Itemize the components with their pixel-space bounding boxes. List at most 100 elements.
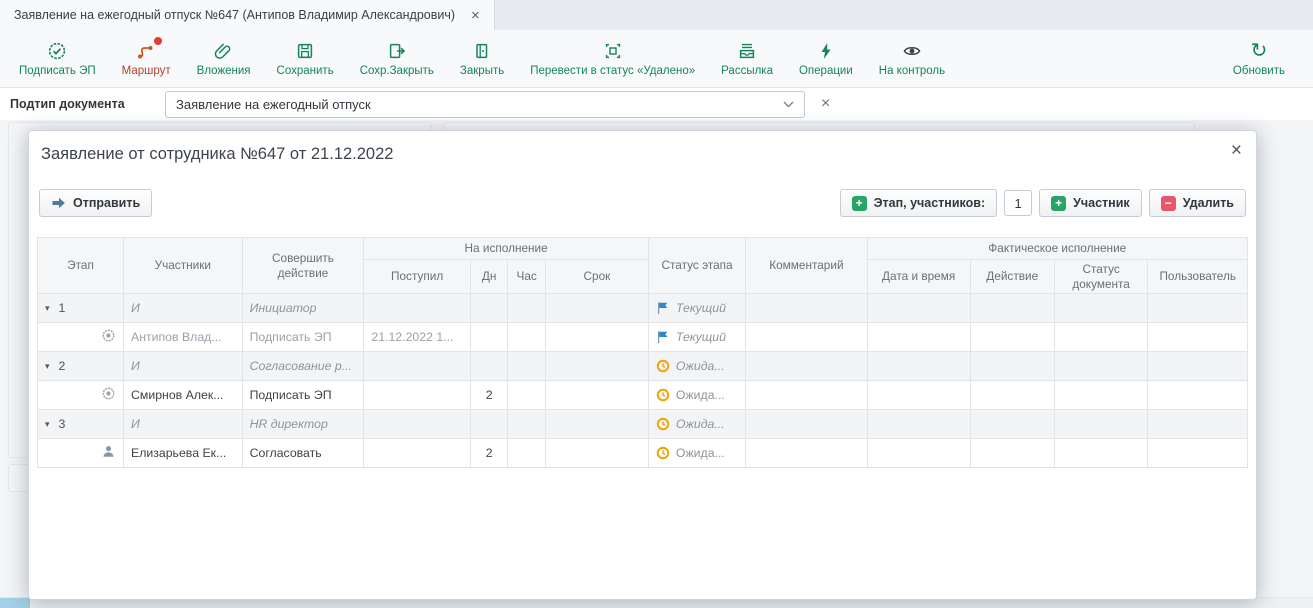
status-text: Ожида...	[676, 359, 725, 373]
toolbar-button-route[interactable]: Маршрут	[109, 30, 184, 87]
status-text: Ожида...	[676, 446, 725, 460]
cell-comment	[746, 352, 867, 381]
toolbar-button-mailing[interactable]: Рассылка	[708, 30, 786, 87]
clock-icon	[656, 446, 670, 460]
status-text: Ожида...	[676, 388, 725, 402]
cell-action: HR директор	[242, 410, 364, 439]
add-participant-button[interactable]: + Участник	[1039, 189, 1142, 217]
cell-fact-user	[1148, 381, 1248, 410]
column-header[interactable]: Пользователь	[1148, 260, 1248, 294]
flag-icon	[656, 301, 670, 315]
subtype-clear-icon[interactable]: ×	[821, 95, 830, 113]
subtype-select[interactable]: Заявление на ежегодный отпуск	[165, 91, 805, 118]
add-stage-button[interactable]: + Этап, участников:	[840, 189, 998, 217]
toolbar-label: Обновить	[1233, 65, 1285, 77]
esign-seal-icon	[47, 41, 67, 61]
cell-hours	[508, 323, 546, 352]
cell-hours	[508, 294, 546, 323]
tab-close-icon[interactable]: ×	[471, 8, 480, 23]
column-header[interactable]: Срок	[546, 260, 649, 294]
cell-stage	[38, 323, 124, 352]
tab-bar: Заявление на ежегодный отпуск №647 (Анти…	[0, 0, 1313, 30]
toolbar-button-save-close[interactable]: Сохр.Закрыть	[347, 30, 447, 87]
main-toolbar: Подписать ЭПМаршрутВложенияСохранитьСохр…	[0, 30, 1313, 88]
stage-group-row[interactable]: ▾3ИHR директорОжида...	[38, 410, 1248, 439]
cell-days	[470, 352, 507, 381]
column-header[interactable]: Статус этапа	[648, 238, 745, 294]
refresh-icon: ↻	[1249, 41, 1269, 61]
stage-group-row[interactable]: ▾1ИИнициаторТекущий	[38, 294, 1248, 323]
cell-fact-status	[1054, 294, 1148, 323]
cell-participants: И	[124, 410, 243, 439]
stage-number: 2	[59, 359, 66, 373]
cell-fact-datetime	[867, 294, 970, 323]
column-header[interactable]: Час	[508, 260, 546, 294]
modal-actions: Отправить + Этап, участников: + Участник…	[39, 189, 1246, 217]
delete-button[interactable]: − Удалить	[1149, 189, 1246, 217]
clock-icon	[656, 417, 670, 431]
cell-fact-user	[1148, 410, 1248, 439]
expander-icon[interactable]: ▾	[45, 361, 50, 372]
participant-row[interactable]: Елизарьева Ек...Согласовать2Ожида...	[38, 439, 1248, 468]
modal-close-icon[interactable]: ×	[1231, 141, 1242, 160]
stage-participants-count-input[interactable]	[1004, 190, 1032, 216]
column-header[interactable]: Комментарий	[746, 238, 867, 294]
column-group-header: На исполнение	[364, 238, 649, 260]
cell-participants: Антипов Влад...	[124, 323, 243, 352]
cell-fact-status	[1054, 381, 1148, 410]
participant-row[interactable]: Антипов Влад...Подписать ЭП21.12.2022 1.…	[38, 323, 1248, 352]
column-header[interactable]: Дн	[470, 260, 507, 294]
expander-icon[interactable]: ▾	[45, 419, 50, 430]
column-header[interactable]: Статус документа	[1054, 260, 1148, 294]
cell-fact-datetime	[867, 381, 970, 410]
toolbar-button-control[interactable]: На контроль	[866, 30, 958, 87]
column-header[interactable]: Участники	[124, 238, 243, 294]
cell-fact-action	[970, 439, 1054, 468]
toolbar-button-set-deleted[interactable]: Перевести в статус «Удалено»	[517, 30, 708, 87]
cell-fact-datetime	[867, 439, 970, 468]
column-header[interactable]: Поступил	[364, 260, 471, 294]
column-header[interactable]: Дата и время	[867, 260, 970, 294]
mailing-icon	[737, 41, 757, 61]
subtype-select-value: Заявление на ежегодный отпуск	[176, 97, 783, 112]
cell-stage	[38, 381, 124, 410]
cell-stage-status: Ожида...	[648, 352, 745, 381]
toolbar-button-close[interactable]: Закрыть	[447, 30, 517, 87]
cell-comment	[746, 410, 867, 439]
cell-fact-datetime	[867, 323, 970, 352]
cell-action: Согласовать	[242, 439, 364, 468]
eye-icon	[902, 41, 922, 61]
route-table-wrap: ЭтапУчастникиСовершить действиеНа исполн…	[37, 237, 1248, 589]
cell-action: Инициатор	[242, 294, 364, 323]
cell-fact-action	[970, 352, 1054, 381]
cell-fact-action	[970, 381, 1054, 410]
toolbar-button-save[interactable]: Сохранить	[264, 30, 347, 87]
toolbar-button-sign[interactable]: Подписать ЭП	[6, 30, 109, 87]
user-icon	[101, 444, 116, 459]
cell-fact-status	[1054, 323, 1148, 352]
stage-group-row[interactable]: ▾2ИСогласование р...Ожида...	[38, 352, 1248, 381]
plus-icon: +	[852, 196, 867, 211]
column-header[interactable]: Действие	[970, 260, 1054, 294]
cell-days: 2	[470, 439, 507, 468]
cell-due	[546, 410, 649, 439]
status-deleted-icon	[603, 41, 623, 61]
cell-fact-user	[1148, 352, 1248, 381]
cell-hours	[508, 410, 546, 439]
cell-received	[364, 352, 471, 381]
toolbar-button-operations[interactable]: Операции	[786, 30, 866, 87]
toolbar-button-attachments[interactable]: Вложения	[184, 30, 264, 87]
cell-due	[546, 352, 649, 381]
toolbar-label: Операции	[799, 65, 853, 77]
expander-icon[interactable]: ▾	[45, 303, 50, 314]
cell-stage-status: Текущий	[648, 323, 745, 352]
document-tab[interactable]: Заявление на ежегодный отпуск №647 (Анти…	[0, 0, 495, 30]
column-header[interactable]: Совершить действие	[242, 238, 364, 294]
send-button[interactable]: Отправить	[39, 189, 152, 217]
participant-row[interactable]: Смирнов Алек...Подписать ЭП2Ожида...	[38, 381, 1248, 410]
column-header[interactable]: Этап	[38, 238, 124, 294]
toolbar-button-refresh[interactable]: ↻ Обновить	[1220, 30, 1307, 87]
subtype-row: Подтип документа Заявление на ежегодный …	[0, 88, 1313, 120]
modal-title: Заявление от сотрудника №647 от 21.12.20…	[41, 145, 393, 164]
app-window: Заявление на ежегодный отпуск №647 (Анти…	[0, 0, 1313, 608]
